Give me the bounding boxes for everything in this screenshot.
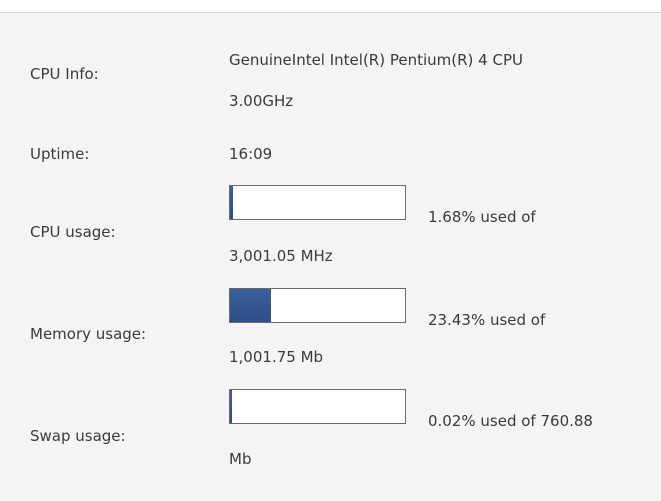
swap-usage-text: 0.02% used of 760.88: [428, 412, 593, 430]
memory-usage-text: 23.43% used of: [428, 311, 546, 329]
cpu-info-value-cont: 3.00GHz: [229, 92, 294, 110]
system-info-panel: CPU Info: GenuineIntel Intel(R) Pentium(…: [0, 13, 661, 501]
cpu-usage-progress-bar: [229, 185, 406, 220]
uptime-label: Uptime:: [30, 145, 90, 163]
cpu-usage-progress-fill: [230, 186, 233, 219]
swap-usage-text-cont: Mb: [229, 450, 252, 468]
swap-usage-progress-fill: [230, 390, 232, 423]
swap-usage-progress-bar: [229, 389, 406, 424]
cpu-usage-text: 1.68% used of: [428, 208, 536, 226]
top-bar: [0, 0, 661, 13]
memory-usage-label: Memory usage:: [30, 325, 147, 343]
swap-usage-label: Swap usage:: [30, 427, 126, 445]
memory-usage-progress-fill: [230, 289, 271, 322]
cpu-info-value: GenuineIntel Intel(R) Pentium(R) 4 CPU: [229, 51, 523, 69]
cpu-info-label: CPU Info:: [30, 65, 99, 83]
uptime-value: 16:09: [229, 145, 273, 163]
cpu-usage-text-cont: 3,001.05 MHz: [229, 247, 333, 265]
memory-usage-text-cont: 1,001.75 Mb: [229, 348, 324, 366]
cpu-usage-label: CPU usage:: [30, 223, 116, 241]
memory-usage-progress-bar: [229, 288, 406, 323]
